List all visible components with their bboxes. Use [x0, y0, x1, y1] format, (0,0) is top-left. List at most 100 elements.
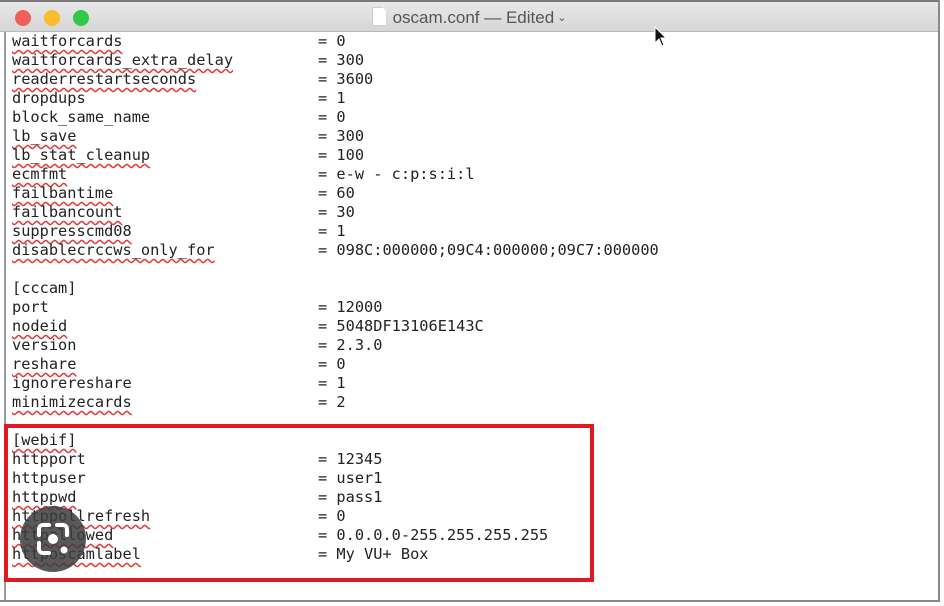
- config-value: = 1: [318, 222, 346, 240]
- config-value: = 0: [318, 32, 346, 50]
- section-header-line[interactable]: [webif]: [12, 431, 938, 450]
- config-key: [cccam]: [12, 279, 77, 297]
- config-line[interactable]: waitforcards = 0: [12, 32, 938, 51]
- config-key: suppresscmd08: [12, 222, 318, 241]
- title-bar[interactable]: oscam.conf — Edited ⌄: [0, 0, 938, 32]
- config-value: = 098C:000000;09C4:000000;09C7:000000: [318, 241, 659, 259]
- text-editor-area[interactable]: waitforcards = 0 waitforcards_extra_delay =…: [4, 32, 938, 600]
- config-value: = e-w - c:p:s:i:l: [318, 165, 475, 183]
- config-key: port: [12, 298, 49, 316]
- config-key: failbantime: [12, 184, 318, 203]
- config-line[interactable]: httposcamlabel= My VU+ Box: [12, 545, 938, 564]
- spellcheck-underline: disablecrccws_only_for: [12, 241, 215, 259]
- spellcheck-underline: failbancount: [12, 203, 123, 221]
- config-key: ignorereshare: [12, 374, 132, 392]
- config-value: = 2.3.0: [318, 336, 383, 354]
- config-key: [webif]: [12, 431, 318, 450]
- spellcheck-underline: reshare: [12, 355, 77, 373]
- spellcheck-underline: readerrestartseconds: [12, 70, 197, 88]
- config-line[interactable]: minimizecards = 2: [12, 393, 938, 412]
- config-value: = 60: [318, 184, 355, 202]
- config-key: dropdups: [12, 89, 86, 107]
- config-key: lb_save: [12, 127, 318, 146]
- blank-line[interactable]: [12, 412, 938, 431]
- config-value: = 0.0.0.0-255.255.255.255: [318, 526, 549, 544]
- chevron-down-icon[interactable]: ⌄: [557, 12, 566, 24]
- config-line[interactable]: failbancount = 30: [12, 203, 938, 222]
- text-editor-window: oscam.conf — Edited ⌄ waitforcards = 0 wait…: [0, 0, 940, 602]
- config-line[interactable]: version = 2.3.0: [12, 336, 938, 355]
- config-line[interactable]: failbantime = 60: [12, 184, 938, 203]
- config-value: = 2: [318, 393, 346, 411]
- config-key: block_same_name: [12, 108, 151, 126]
- spellcheck-underline: minimizecards: [12, 393, 132, 411]
- config-value: = 5048DF13106E143C: [318, 317, 484, 335]
- google-lens-button[interactable]: [20, 506, 86, 572]
- config-value: = 300: [318, 127, 365, 145]
- config-line[interactable]: block_same_name = 0: [12, 108, 938, 127]
- config-line[interactable]: httppollrefresh = 0: [12, 507, 938, 526]
- config-value: = 0: [318, 507, 346, 525]
- spellcheck-underline: nodeid: [12, 317, 68, 335]
- config-key: waitforcards: [12, 32, 318, 51]
- config-value: = 0: [318, 108, 346, 126]
- config-value: = 1: [318, 374, 346, 392]
- spellcheck-underline: waitforcards_extra_delay: [12, 51, 234, 69]
- spellcheck-underline: waitforcards: [12, 32, 123, 50]
- config-line[interactable]: httpport = 12345: [12, 450, 938, 469]
- config-key: ecmfmt: [12, 165, 318, 184]
- config-line[interactable]: readerrestartseconds = 3600: [12, 70, 938, 89]
- config-value: = 3600: [318, 70, 374, 88]
- config-line[interactable]: reshare = 0: [12, 355, 938, 374]
- config-value: = 12345: [318, 450, 383, 468]
- section-header-line[interactable]: [cccam]: [12, 279, 938, 298]
- google-lens-icon: [37, 523, 69, 555]
- blank-line[interactable]: [12, 260, 938, 279]
- spellcheck-underline: lb_stat_cleanup: [12, 146, 151, 164]
- spellcheck-underline: ecmfmt: [12, 165, 68, 183]
- config-line[interactable]: lb_stat_cleanup = 100: [12, 146, 938, 165]
- edited-status: — Edited: [484, 8, 555, 27]
- config-key: lb_stat_cleanup: [12, 146, 318, 165]
- config-value: = 300: [318, 51, 365, 69]
- config-line[interactable]: waitforcards_extra_delay = 300: [12, 51, 938, 70]
- config-key: version: [12, 336, 77, 354]
- config-key: httppwd: [12, 488, 318, 507]
- config-line[interactable]: dropdups = 1: [12, 89, 938, 108]
- mouse-pointer-icon: [654, 26, 668, 47]
- config-key: disablecrccws_only_for: [12, 241, 318, 260]
- config-value: = 12000: [318, 298, 383, 316]
- config-value: = 100: [318, 146, 365, 164]
- config-value: = My VU+ Box: [318, 545, 429, 563]
- config-key: nodeid: [12, 317, 318, 336]
- config-line[interactable]: httpallowed= 0.0.0.0-255.255.255.255: [12, 526, 938, 545]
- spellcheck-underline: lb_save: [12, 127, 77, 145]
- config-value: = 1: [318, 89, 346, 107]
- config-key: readerrestartseconds: [12, 70, 318, 89]
- spellcheck-underline: suppresscmd08: [12, 222, 132, 240]
- config-key: httpport: [12, 450, 86, 468]
- config-line[interactable]: httppwd = pass1: [12, 488, 938, 507]
- spellcheck-underline: httppwd: [12, 488, 77, 506]
- config-line[interactable]: ignorereshare = 1: [12, 374, 938, 393]
- config-key: httpuser: [12, 469, 86, 487]
- config-line[interactable]: port = 12000: [12, 298, 938, 317]
- config-key: failbancount: [12, 203, 318, 222]
- config-line[interactable]: ecmfmt = e-w - c:p:s:i:l: [12, 165, 938, 184]
- config-key: waitforcards_extra_delay: [12, 51, 318, 70]
- document-icon: [371, 7, 387, 26]
- config-value: = 30: [318, 203, 355, 221]
- config-line[interactable]: lb_save = 300: [12, 127, 938, 146]
- config-value: = 0: [318, 355, 346, 373]
- window-title[interactable]: oscam.conf — Edited ⌄: [0, 7, 938, 28]
- config-line[interactable]: nodeid = 5048DF13106E143C: [12, 317, 938, 336]
- config-value: = user1: [318, 469, 383, 487]
- spellcheck-underline: failbantime: [12, 184, 114, 202]
- config-line[interactable]: suppresscmd08 = 1: [12, 222, 938, 241]
- config-line[interactable]: httpuser = user1: [12, 469, 938, 488]
- config-line[interactable]: disablecrccws_only_for = 098C:000000;09C4…: [12, 241, 938, 260]
- file-name: oscam.conf: [392, 8, 480, 27]
- spellcheck-underline: [webif]: [12, 431, 77, 449]
- config-key: reshare: [12, 355, 318, 374]
- config-value: = pass1: [318, 488, 383, 506]
